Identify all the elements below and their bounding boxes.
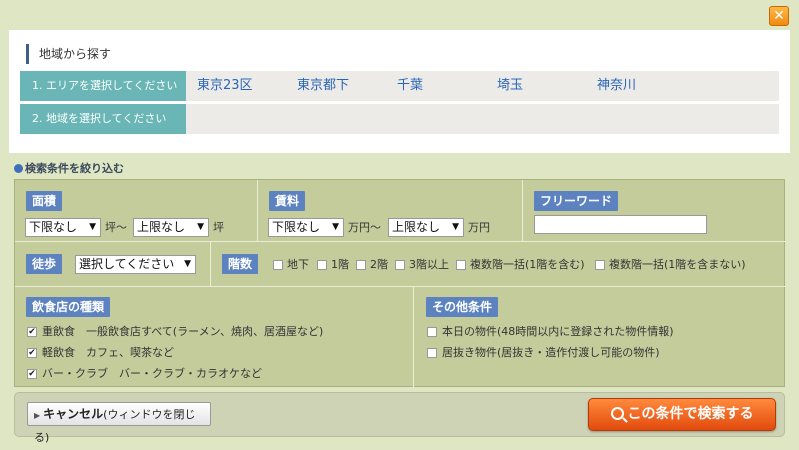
search-button-label: この条件で検索する — [627, 406, 754, 422]
dropdown-arrow-icon: ▼ — [197, 222, 204, 232]
floor-option-basement: 地下 — [287, 258, 309, 271]
floor-checkbox-2f[interactable] — [356, 260, 366, 270]
other-option-inuki: 居抜き物件(居抜き・造作付渡し可能の物件) — [442, 346, 660, 359]
dropdown-arrow-icon: ▼ — [184, 259, 191, 269]
restaurant-option-heavy: 重飲食 一般飲食店すべて(ラーメン、焼肉、居酒屋など) — [42, 325, 324, 338]
floor-checkbox-1f[interactable] — [317, 260, 327, 270]
close-button[interactable]: ✕ — [769, 6, 789, 26]
bullet-icon — [14, 164, 23, 173]
rent-min-select[interactable]: 下限なし ▼ — [268, 218, 344, 237]
restaurant-checkbox-bar[interactable]: ✔ — [27, 369, 37, 379]
area-step2-label: 2. 地域を選択してください — [20, 104, 186, 134]
size-max-value: 上限なし — [137, 220, 186, 234]
dropdown-arrow-icon: ▼ — [452, 222, 459, 232]
filter-box: 面積 下限なし ▼ 坪～ 上限なし ▼ 坪 賃料 下限なし ▼ 万円～ 上限なし ▼ 万… — [14, 179, 786, 388]
restaurant-checkbox-heavy[interactable]: ✔ — [27, 327, 37, 337]
other-cell: その他条件 本日の物件(48時間以内に登録された物件情報) 居抜き物件(居抜き・… — [414, 287, 786, 388]
restaurant-checkbox-light[interactable]: ✔ — [27, 348, 37, 358]
size-min-unit: 坪～ — [105, 221, 127, 234]
freeword-input[interactable] — [534, 215, 707, 234]
search-icon — [610, 407, 624, 420]
region-link-tokyo23[interactable]: 東京23区 — [197, 71, 253, 101]
other-label: その他条件 — [426, 297, 499, 317]
floor-checkbox-basement[interactable] — [273, 260, 283, 270]
size-max-unit: 坪 — [213, 221, 224, 234]
area-panel: 地域から探す 1. エリアを選択してください 東京23区 東京都下 千葉 埼玉 … — [9, 30, 790, 153]
action-bar: ▶ キャンセル(ウィンドウを閉じる) この条件で検索する — [14, 392, 785, 444]
other-checkbox-today[interactable] — [427, 327, 437, 337]
size-max-select[interactable]: 上限なし ▼ — [133, 218, 209, 237]
filter-title: 検索条件を絞り込む — [14, 160, 124, 176]
freeword-label: フリーワード — [534, 191, 619, 211]
rent-min-unit: 万円～ — [348, 221, 381, 234]
other-checkbox-inuki[interactable] — [427, 348, 437, 358]
filter-title-text: 検索条件を絞り込む — [25, 162, 124, 175]
restaurant-cell: 飲食店の種類 ✔ 重飲食 一般飲食店すべて(ラーメン、焼肉、居酒屋など) ✔ 軽… — [15, 287, 414, 388]
restaurant-option-bar: バー・クラブ バー・クラブ・カラオケなど — [42, 367, 262, 380]
region-link-chiba[interactable]: 千葉 — [397, 71, 423, 101]
region-link-tokyo-shitai[interactable]: 東京都下 — [297, 71, 349, 101]
play-arrow-icon: ▶ — [34, 411, 41, 420]
restaurant-label: 飲食店の種類 — [26, 297, 111, 317]
dropdown-arrow-icon: ▼ — [332, 222, 339, 232]
floor-option-2f: 2階 — [370, 258, 388, 271]
floor-checkbox-multi-excl-1f[interactable] — [595, 260, 605, 270]
rent-max-unit: 万円 — [468, 221, 490, 234]
floor-label: 階数 — [222, 254, 259, 274]
floor-option-multi-incl-1f: 複数階一括(1階を含む) — [470, 258, 585, 271]
rent-max-value: 上限なし — [392, 220, 441, 234]
freeword-cell: フリーワード — [523, 180, 786, 242]
cancel-button-label: キャンセル — [43, 407, 104, 421]
walk-select-value: 選択してください — [79, 257, 175, 271]
rent-cell: 賃料 下限なし ▼ 万円～ 上限なし ▼ 万円 — [258, 180, 523, 242]
dropdown-arrow-icon: ▼ — [89, 222, 96, 232]
rent-min-value: 下限なし — [272, 220, 321, 234]
rent-max-select[interactable]: 上限なし ▼ — [388, 218, 464, 237]
size-min-select[interactable]: 下限なし ▼ — [25, 218, 101, 237]
size-cell: 面積 下限なし ▼ 坪～ 上限なし ▼ 坪 — [15, 180, 258, 242]
floor-checkbox-multi-incl-1f[interactable] — [456, 260, 466, 270]
area-step2-row: 2. 地域を選択してください — [20, 104, 779, 134]
floor-cell: 階数 地下 1階 2階 3階以上 複数階一括(1階を含む) 複数階一括(1階を含… — [211, 242, 786, 287]
size-label: 面積 — [26, 191, 63, 211]
walk-select[interactable]: 選択してください ▼ — [75, 255, 196, 274]
walk-label: 徒歩 — [26, 254, 63, 274]
region-link-saitama[interactable]: 埼玉 — [497, 71, 523, 101]
floor-option-1f: 1階 — [331, 258, 349, 271]
search-button[interactable]: この条件で検索する — [588, 398, 776, 431]
area-step1-row: 1. エリアを選択してください 東京23区 東京都下 千葉 埼玉 神奈川 — [20, 71, 779, 101]
size-min-value: 下限なし — [29, 220, 78, 234]
region-link-kanagawa[interactable]: 神奈川 — [597, 71, 636, 101]
rent-label: 賃料 — [269, 191, 306, 211]
floor-checkbox-3f-plus[interactable] — [395, 260, 405, 270]
floor-option-multi-excl-1f: 複数階一括(1階を含まない) — [609, 258, 746, 271]
area-step1-label: 1. エリアを選択してください — [20, 71, 186, 101]
floor-option-3f-plus: 3階以上 — [409, 258, 449, 271]
walk-cell: 徒歩 選択してください ▼ — [15, 242, 211, 287]
area-heading: 地域から探す — [26, 44, 111, 64]
other-option-today: 本日の物件(48時間以内に登録された物件情報) — [442, 325, 674, 338]
restaurant-option-light: 軽飲食 カフェ、喫茶など — [42, 346, 174, 359]
cancel-button[interactable]: ▶ キャンセル(ウィンドウを閉じる) — [27, 402, 211, 444]
